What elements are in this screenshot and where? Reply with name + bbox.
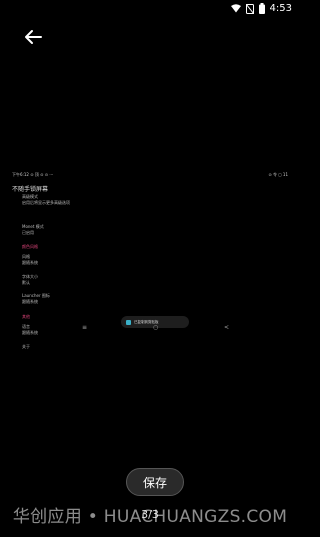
arrow-left-icon [25,30,42,44]
app-icon [126,319,131,325]
back-button[interactable] [22,26,44,48]
preview-setting-label: 关于 [22,344,30,349]
battery-icon [258,3,265,14]
preview-nav-home-icon: ○ [153,324,159,331]
preview-setting: 语言 跟随系统 [22,324,38,336]
preview-setting: Monet 模式 已启用 [22,224,44,236]
preview-setting: 关于 [22,344,30,350]
preview-setting-detail: 跟随系统 [22,330,38,335]
preview-setting-detail: 已启用 [22,230,34,235]
watermark: 华创应用 • HUACHUANGZS.COM [12,507,288,527]
status-bar: 4:53 [0,0,300,20]
preview-setting-detail: 跟随系统 [22,260,38,265]
preview-nav-back-icon: < [224,324,230,331]
preview-status-left: 下午6:12 ⊙ 顶 ⊙ ⊙ ··· [12,172,54,177]
screenshot-preview: 下午6:12 ⊙ 顶 ⊙ ⊙ ··· ⊙ 令 ◻ 11 不随手锁屏幕 高级模式 … [0,168,300,363]
preview-setting: 字体大小 默认 [22,274,38,286]
preview-setting: Launcher 图标 跟随系统 [22,293,50,305]
save-button[interactable]: 保存 [126,468,184,496]
preview-status-right: ⊙ 令 ◻ 11 [268,172,288,177]
preview-section-header: 颜色风格 [22,244,38,249]
preview-setting-detail: 启用后将显示更多高级选项 [22,200,70,205]
preview-section-header: 其他 [22,314,30,319]
status-icons: 4:53 [230,3,292,14]
wifi-icon [230,4,241,13]
preview-setting-detail: 跟随系统 [22,299,38,304]
preview-setting: 风格 跟随系统 [22,254,38,266]
preview-setting: 高级模式 启用后将显示更多高级选项 [22,194,70,206]
preview-nav-menu-icon: ≡ [82,324,88,331]
no-sim-icon [245,3,254,14]
status-time: 4:53 [269,3,292,14]
preview-setting-detail: 默认 [22,280,30,285]
preview-title: 不随手锁屏幕 [12,186,49,193]
